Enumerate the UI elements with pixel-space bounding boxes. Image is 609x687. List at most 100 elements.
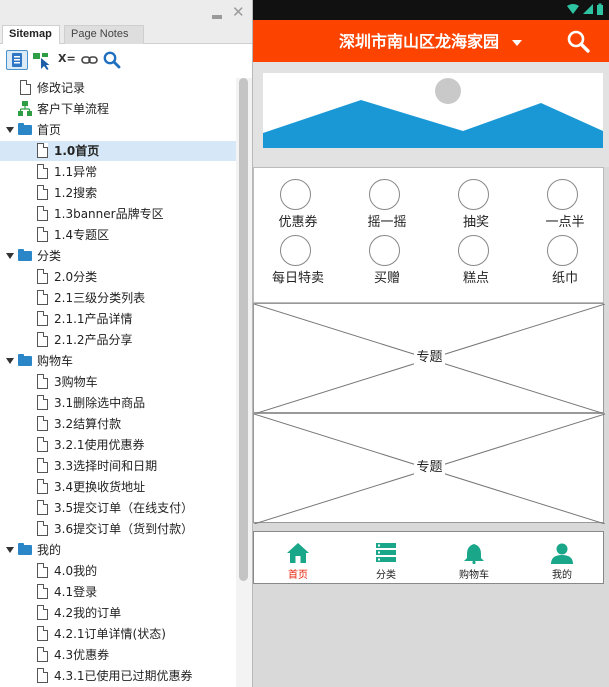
sitemap-item[interactable]: 1.2搜索: [0, 183, 236, 203]
sitemap-item-label: 分类: [37, 249, 62, 263]
sitemap-item[interactable]: 1.1异常: [0, 162, 236, 182]
category-circle-icon: [458, 179, 489, 210]
sitemap-item[interactable]: 2.1.2产品分享: [0, 330, 236, 350]
sitemap-item[interactable]: 1.4专题区: [0, 225, 236, 245]
category-circle-icon: [458, 235, 489, 266]
category-circle-icon: [280, 179, 311, 210]
add-child-button[interactable]: [31, 50, 53, 70]
minimize-icon[interactable]: [212, 15, 222, 19]
search-button[interactable]: [102, 50, 124, 70]
category-item[interactable]: 每日特卖: [254, 235, 342, 293]
sitemap-item[interactable]: 2.0分类: [0, 267, 236, 287]
page-icon: [37, 311, 48, 326]
nav-item-cart[interactable]: 购物车: [430, 532, 518, 585]
sitemap-item[interactable]: 4.2我的订单: [0, 603, 236, 623]
special-section-label: 专题: [414, 350, 445, 365]
sitemap-item[interactable]: 1.3banner品牌专区: [0, 204, 236, 224]
category-label: 每日特卖: [271, 271, 324, 286]
category-item[interactable]: 一点半: [521, 179, 609, 237]
sitemap-item[interactable]: 1.0首页: [0, 141, 236, 161]
page-icon: [37, 647, 48, 662]
sitemap-item[interactable]: 3.2结算付款: [0, 414, 236, 434]
expand-triangle-icon[interactable]: [6, 547, 14, 553]
page-icon: [37, 437, 48, 452]
banner-area: [253, 62, 609, 167]
sitemap-item[interactable]: 4.3.1已使用已过期优惠券: [0, 666, 236, 686]
prototype-canvas: 深圳市南山区龙海家园 优惠券 摇一摇 抽奖 一点半每日特卖 买赠 糕点 纸巾 专题 专题: [253, 0, 609, 687]
location-title[interactable]: 深圳市南山区龙海家园: [253, 20, 609, 64]
sitemap-scrollbar[interactable]: [236, 78, 252, 687]
close-icon[interactable]: ✕: [232, 4, 245, 20]
chevron-down-icon[interactable]: [512, 40, 522, 46]
sitemap-item[interactable]: 3.3选择时间和日期: [0, 456, 236, 476]
panel-titlebar: ✕: [0, 0, 252, 24]
sitemap-folder[interactable]: 购物车: [0, 351, 236, 371]
sitemap-item-label: 2.1三级分类列表: [54, 291, 146, 305]
sitemap-item[interactable]: 3购物车: [0, 372, 236, 392]
sitemap-item[interactable]: 4.1登录: [0, 582, 236, 602]
tab-sitemap[interactable]: Sitemap: [2, 25, 60, 44]
page-icon: [37, 227, 48, 242]
sitemap-item-label: 2.0分类: [54, 270, 98, 284]
expand-triangle-icon[interactable]: [6, 253, 14, 259]
sitemap-item[interactable]: 客户下单流程: [0, 99, 236, 119]
page-icon: [37, 206, 48, 221]
nav-item-home[interactable]: 首页: [254, 532, 342, 585]
link-button[interactable]: [80, 50, 102, 70]
category-item[interactable]: 糕点: [432, 235, 520, 293]
nav-item-category[interactable]: 分类: [342, 532, 430, 585]
sitemap-item-label: 2.1.1产品详情: [54, 312, 133, 326]
sitemap-item[interactable]: 3.4更换收货地址: [0, 477, 236, 497]
category-item[interactable]: 纸巾: [521, 235, 609, 293]
sitemap-item[interactable]: 3.6提交订单（货到付款）: [0, 519, 236, 539]
page-icon: [37, 584, 48, 599]
sitemap-item-label: 3.6提交订单（货到付款）: [54, 522, 194, 536]
sitemap-item[interactable]: 修改记录: [0, 78, 236, 98]
search-icon[interactable]: [566, 29, 592, 55]
sitemap-item-label: 我的: [37, 543, 62, 557]
sitemap-item[interactable]: 4.0我的: [0, 561, 236, 581]
sitemap-item[interactable]: 3.2.1使用优惠券: [0, 435, 236, 455]
bottom-nav: 首页 分类 购物车 我的: [253, 531, 604, 584]
add-child-icon: [33, 53, 50, 70]
page-icon: [37, 143, 48, 158]
category-item[interactable]: 抽奖: [432, 179, 520, 237]
category-item[interactable]: 买赠: [343, 235, 431, 293]
category-circle-icon: [280, 235, 311, 266]
special-section[interactable]: 专题: [253, 413, 605, 524]
special-section-label: 专题: [414, 460, 445, 475]
sitemap-item[interactable]: 3.1删除选中商品: [0, 393, 236, 413]
add-page-button[interactable]: [6, 50, 28, 70]
sitemap-item[interactable]: 2.1三级分类列表: [0, 288, 236, 308]
search-icon: [103, 51, 121, 69]
banner-image[interactable]: [263, 73, 603, 148]
flow-icon: [18, 101, 32, 116]
expand-triangle-icon[interactable]: [6, 358, 14, 364]
page-icon: [37, 458, 48, 473]
sort-button[interactable]: X=: [56, 50, 78, 70]
scrollbar-thumb[interactable]: [239, 78, 248, 581]
category-circle-icon: [547, 235, 578, 266]
sitemap-folder[interactable]: 我的: [0, 540, 236, 560]
sitemap-item-label: 3.5提交订单（在线支付）: [54, 501, 194, 515]
sitemap-folder[interactable]: 首页: [0, 120, 236, 140]
sitemap-item[interactable]: 4.2.1订单详情(状态): [0, 624, 236, 644]
battery-icon: [597, 5, 603, 15]
tab-page-notes[interactable]: Page Notes: [64, 25, 144, 44]
sitemap-item-label: 2.1.2产品分享: [54, 333, 133, 347]
expand-triangle-icon[interactable]: [6, 127, 14, 133]
nav-label: 我的: [552, 570, 572, 581]
category-item[interactable]: 摇一摇: [343, 179, 431, 237]
sitemap-item[interactable]: 3.5提交订单（在线支付）: [0, 498, 236, 518]
nav-item-mine[interactable]: 我的: [518, 532, 606, 585]
sitemap-item[interactable]: 4.3优惠券: [0, 645, 236, 665]
sitemap-item-label: 3.4更换收货地址: [54, 480, 146, 494]
sitemap-item-label: 1.0首页: [54, 144, 100, 158]
sitemap-folder[interactable]: 分类: [0, 246, 236, 266]
sitemap-item[interactable]: 2.1.1产品详情: [0, 309, 236, 329]
sitemap-item-label: 4.3优惠券: [54, 648, 110, 662]
page-icon: [37, 521, 48, 536]
special-section[interactable]: 专题: [253, 303, 605, 414]
page-icon: [37, 626, 48, 641]
category-item[interactable]: 优惠券: [254, 179, 342, 237]
